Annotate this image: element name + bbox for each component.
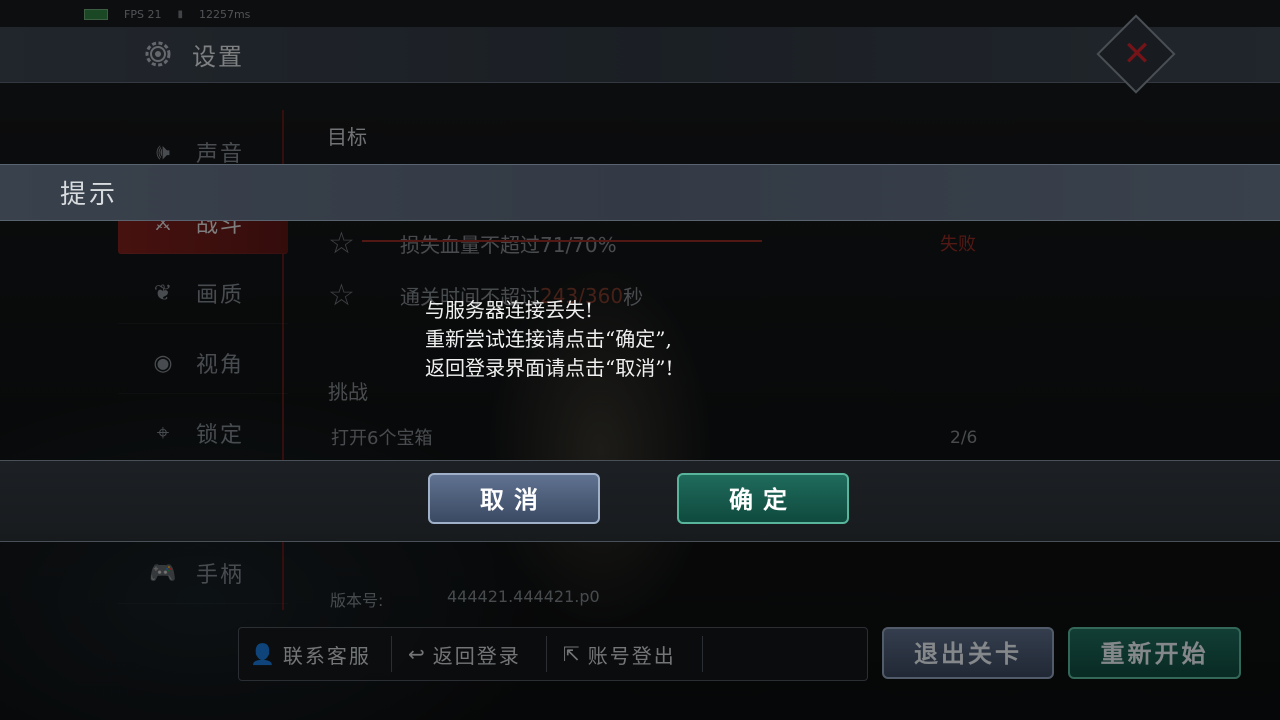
dialog-message: 与服务器连接丢失! 重新尝试连接请点击“确定”, 返回登录界面请点击“取消”! (425, 296, 674, 383)
dialog-message-line: 重新尝试连接请点击“确定”, (425, 327, 672, 351)
dialog-button-bar (0, 460, 1280, 542)
dialog-header (0, 164, 1280, 221)
dialog-message-line: 与服务器连接丢失! (425, 298, 594, 322)
dialog-title: 提示 (60, 180, 119, 210)
dialog-message-line: 返回登录界面请点击“取消”! (425, 356, 674, 380)
cancel-button[interactable]: 取消 (428, 473, 600, 524)
confirm-button[interactable]: 确定 (677, 473, 849, 524)
